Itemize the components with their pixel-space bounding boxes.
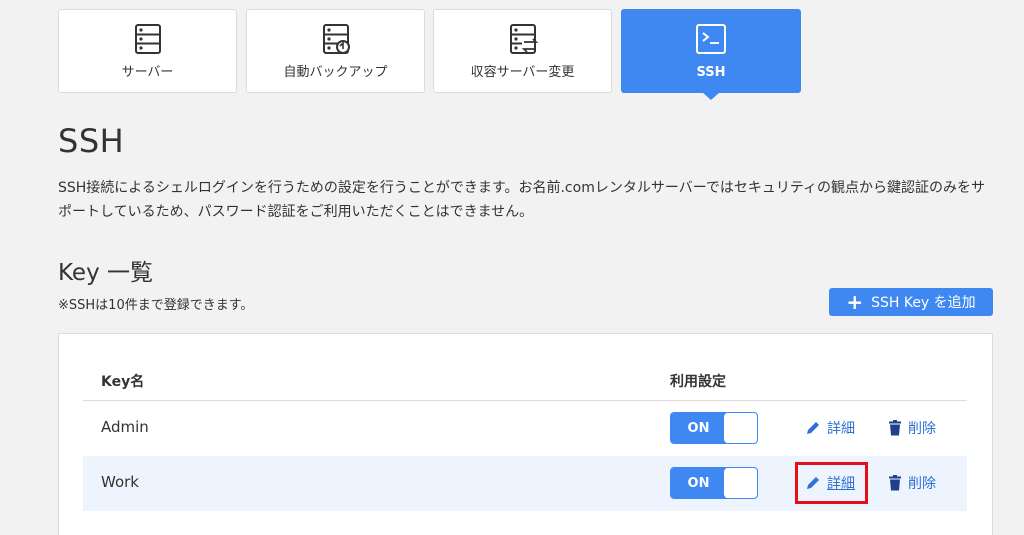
key-limit-note: ※SSHは10件まで登録できます。 (58, 298, 254, 313)
pencil-icon (807, 477, 819, 489)
key-name: Admin (101, 418, 149, 436)
pencil-icon (807, 422, 819, 434)
plus-icon: + (846, 290, 864, 314)
tab-label: SSH (696, 65, 726, 80)
usage-toggle[interactable]: ON (670, 467, 758, 499)
page-description: SSH接続によるシェルログインを行うための設定を行うことができます。お名前.co… (58, 180, 986, 220)
tab-label: サーバー (121, 65, 174, 80)
delete-label: 削除 (908, 476, 936, 492)
column-header-setting: 利用設定 (670, 374, 726, 390)
delete-label: 削除 (908, 421, 936, 437)
detail-label: 詳細 (827, 421, 855, 437)
table-row: Work ON 詳細 削除 (83, 456, 967, 511)
toggle-on-label: ON (671, 468, 726, 498)
delete-button[interactable]: 削除 (888, 473, 936, 493)
toggle-knob (724, 468, 757, 498)
detail-button[interactable]: 詳細 (805, 418, 855, 438)
detail-label: 詳細 (827, 476, 855, 492)
tab-auto-backup[interactable]: 自動バックアップ (246, 9, 425, 93)
table-row: Admin ON 詳細 削除 (83, 401, 967, 456)
column-header-key-name: Key名 (101, 374, 145, 390)
detail-button[interactable]: 詳細 (805, 473, 855, 493)
add-ssh-key-label: SSH Key を追加 (871, 295, 976, 311)
delete-button[interactable]: 削除 (888, 418, 936, 438)
server-icon (134, 24, 161, 54)
toggle-on-label: ON (671, 413, 726, 443)
key-list-title: Key 一覧 (58, 260, 154, 286)
server-transfer-icon (509, 24, 538, 54)
trash-icon (889, 475, 901, 491)
tab-server-transfer[interactable]: 収容サーバー変更 (433, 9, 612, 93)
tab-label: 収容サーバー変更 (470, 65, 575, 80)
tab-label: 自動バックアップ (283, 65, 388, 80)
key-list-panel: Key名 利用設定 Admin ON 詳細 削除 Work ON 詳細 削除 (58, 333, 993, 535)
tab-server[interactable]: サーバー (58, 9, 237, 93)
trash-icon (889, 420, 901, 436)
terminal-icon (696, 24, 726, 54)
ssh-settings-page: サーバー 自動バックアップ 収容サーバー変更 SSH SSH SSH接続によるシ… (0, 0, 1024, 535)
server-backup-icon (322, 24, 350, 54)
key-table: Key名 利用設定 Admin ON 詳細 削除 Work ON 詳細 削除 (83, 360, 967, 511)
page-title: SSH (58, 122, 125, 160)
tab-ssh[interactable]: SSH (621, 9, 801, 100)
table-header: Key名 利用設定 (83, 360, 967, 401)
add-ssh-key-button[interactable]: + SSH Key を追加 (829, 288, 993, 316)
key-name: Work (101, 473, 139, 491)
usage-toggle[interactable]: ON (670, 412, 758, 444)
toggle-knob (724, 413, 757, 443)
